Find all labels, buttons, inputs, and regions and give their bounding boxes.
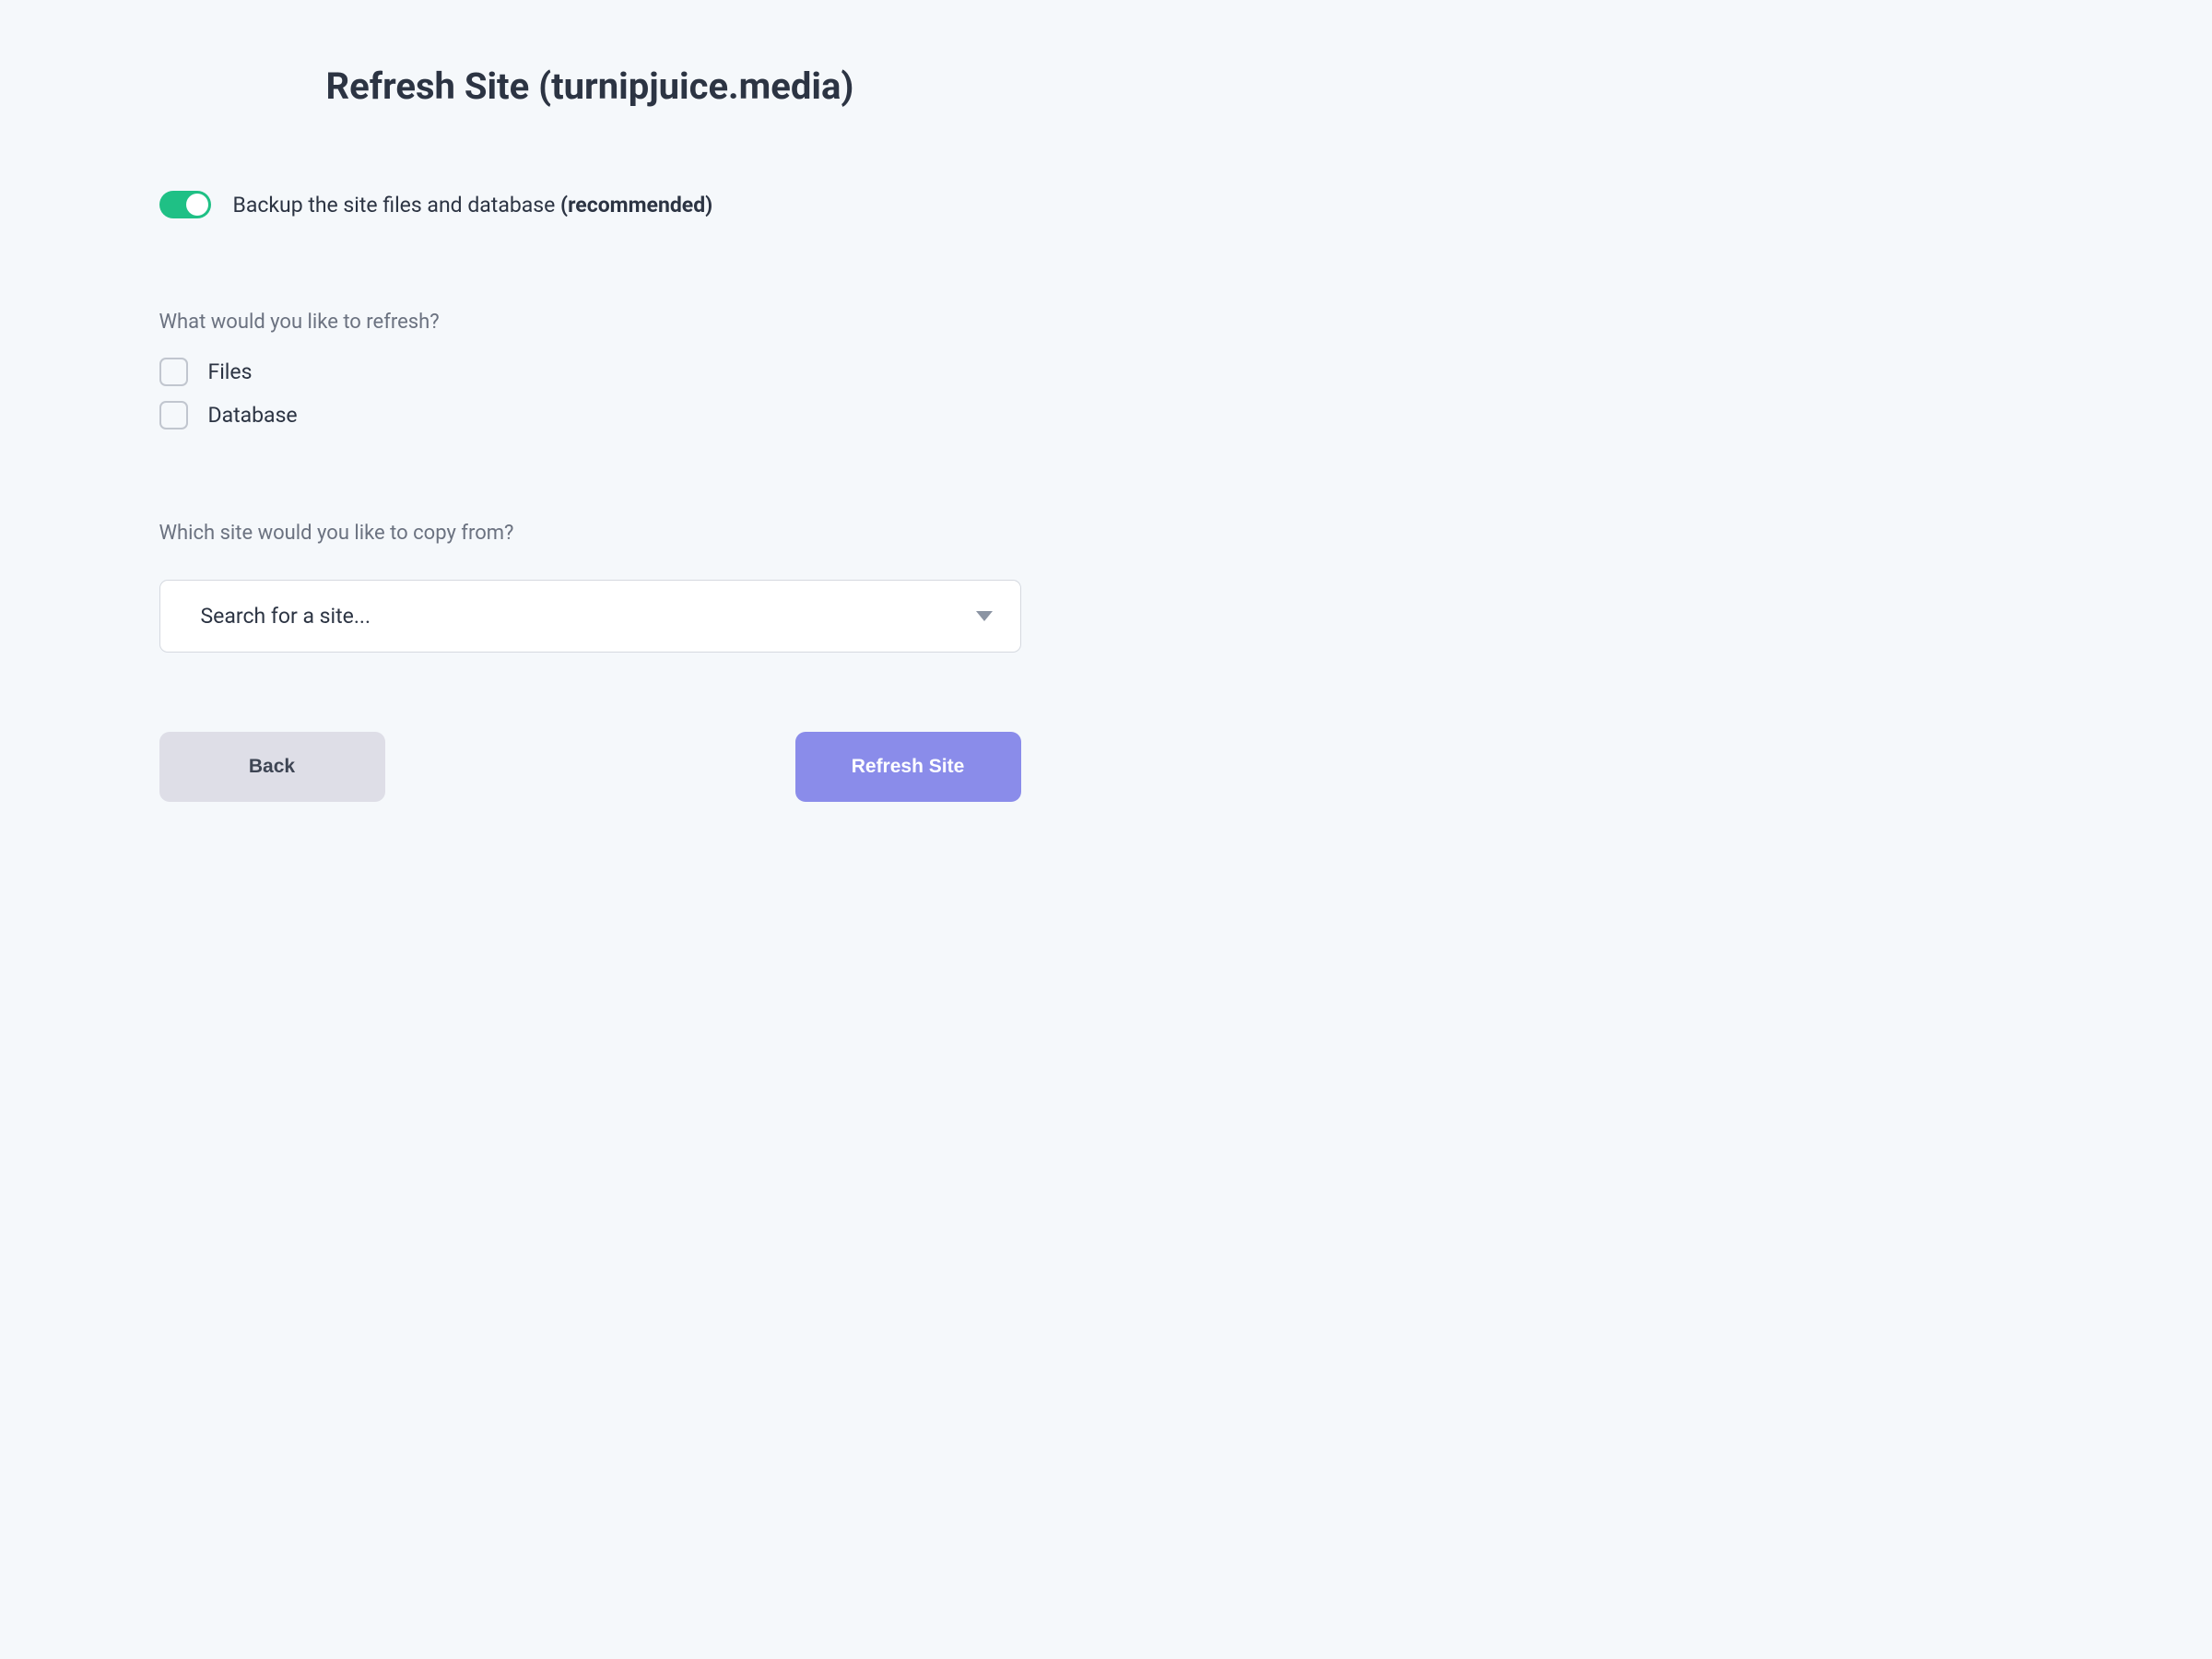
refresh-options-group: What would you like to refresh? Files Da… [159,311,1021,429]
button-row: Back Refresh Site [159,732,1021,802]
copy-from-section: Which site would you like to copy from? … [159,522,1021,653]
refresh-site-button[interactable]: Refresh Site [795,732,1021,802]
backup-label-recommended: (recommended) [560,193,712,218]
site-search-dropdown[interactable]: Search for a site... [159,580,1021,653]
backup-toggle[interactable] [159,191,211,218]
backup-row: Backup the site files and database (reco… [159,191,1021,218]
files-checkbox-label: Files [208,359,253,384]
page-title: Refresh Site (turnipjuice.media) [159,65,1021,108]
files-checkbox[interactable] [159,358,188,386]
database-checkbox-label: Database [208,403,298,428]
backup-label-text: Backup the site files and database [233,193,561,218]
copy-section-label: Which site would you like to copy from? [159,522,1021,545]
database-checkbox[interactable] [159,401,188,429]
toggle-knob [186,194,208,216]
checkbox-row-files: Files [159,358,1021,386]
backup-label: Backup the site files and database (reco… [233,193,713,218]
checkbox-row-database: Database [159,401,1021,429]
refresh-section-label: What would you like to refresh? [159,311,1021,334]
dropdown-placeholder: Search for a site... [201,604,371,629]
chevron-down-icon [976,611,993,621]
back-button[interactable]: Back [159,732,385,802]
